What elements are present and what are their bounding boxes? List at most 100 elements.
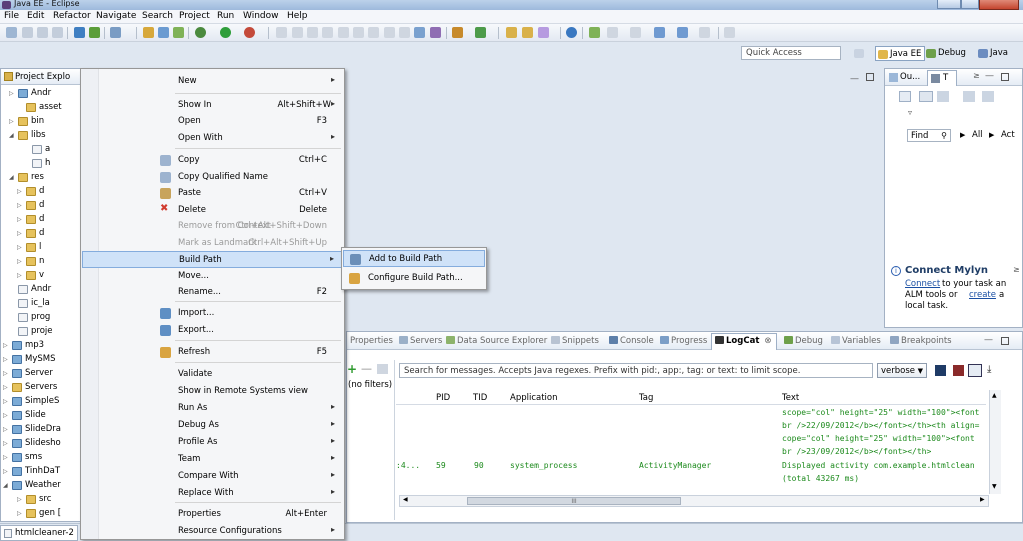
- forward-dropdown-icon[interactable]: [699, 27, 710, 38]
- new-package-icon[interactable]: [414, 27, 425, 38]
- minimize-view-icon[interactable]: —: [985, 71, 994, 81]
- expand-arrow-icon[interactable]: ▷: [9, 90, 14, 97]
- scroll-up-icon[interactable]: ▲: [992, 392, 997, 399]
- expand-arrow-icon[interactable]: ▷: [3, 384, 8, 391]
- new-web-icon[interactable]: [158, 27, 169, 38]
- menu-item-refresh[interactable]: Refresh F5: [82, 344, 343, 361]
- resume-icon[interactable]: [292, 27, 303, 38]
- tab-servers[interactable]: Servers: [399, 336, 442, 346]
- save-icon[interactable]: [22, 27, 33, 38]
- tab-breakpoints[interactable]: Breakpoints: [890, 336, 952, 346]
- logcat-search-input[interactable]: Search for messages. Accepts Java regexe…: [399, 363, 873, 378]
- step-return-icon[interactable]: [368, 27, 379, 38]
- menu-item-delete[interactable]: ✖ Delete Delete: [82, 202, 343, 219]
- expand-arrow-icon[interactable]: ▷: [3, 370, 8, 377]
- view-menu-icon[interactable]: ▿: [908, 108, 912, 117]
- create-link[interactable]: create: [969, 290, 996, 300]
- scroll-down-icon[interactable]: ▼: [992, 483, 997, 490]
- quick-access-input[interactable]: Quick Access: [741, 46, 841, 60]
- search-icon[interactable]: [538, 27, 549, 38]
- menu-file[interactable]: File: [4, 11, 19, 21]
- print-icon[interactable]: [52, 27, 63, 38]
- col-pid[interactable]: PID: [436, 393, 450, 403]
- minimize-editor-icon[interactable]: —: [850, 74, 859, 84]
- menu-help[interactable]: Help: [287, 11, 308, 21]
- menu-item-run-as[interactable]: Run As ▸: [82, 400, 343, 417]
- submenu-item-configure-build-path[interactable]: Configure Build Path...: [343, 270, 485, 287]
- menu-item-paste[interactable]: Paste Ctrl+V: [82, 185, 343, 202]
- android-avd-icon[interactable]: [89, 27, 100, 38]
- menu-run[interactable]: Run: [217, 11, 234, 21]
- menu-item-new[interactable]: New ▸: [82, 73, 343, 90]
- pin-icon[interactable]: [724, 27, 735, 38]
- expand-arrow-icon[interactable]: ▷: [3, 412, 8, 419]
- horizontal-scroll-thumb[interactable]: III: [467, 497, 681, 505]
- menu-item-resource-configurations[interactable]: Resource Configurations ▸: [82, 523, 343, 540]
- tab-console[interactable]: Console: [609, 336, 654, 346]
- menu-item-import[interactable]: Import...: [82, 305, 343, 322]
- menu-navigate[interactable]: Navigate: [96, 11, 136, 21]
- col-tag[interactable]: Tag: [639, 393, 653, 403]
- expand-arrow-icon[interactable]: ▷: [17, 496, 22, 503]
- step-into-icon[interactable]: [338, 27, 349, 38]
- menu-item-debug-as[interactable]: Debug As ▸: [82, 417, 343, 434]
- tab-outline[interactable]: Ou...: [900, 72, 920, 82]
- debug-icon[interactable]: [195, 27, 206, 38]
- minimized-editor-tab[interactable]: htmlcleaner-2: [0, 525, 78, 541]
- tab-task-list[interactable]: T: [927, 70, 957, 86]
- menu-item-validate[interactable]: Validate: [82, 366, 343, 383]
- menu-window[interactable]: Window: [243, 11, 279, 21]
- run-icon[interactable]: [220, 27, 231, 38]
- menu-item-copy[interactable]: Copy Ctrl+C: [82, 152, 343, 169]
- add-filter-icon[interactable]: +: [347, 362, 357, 376]
- web-browser-icon[interactable]: [566, 27, 577, 38]
- new-server-icon[interactable]: [143, 27, 154, 38]
- expand-arrow-icon[interactable]: ▷: [3, 356, 8, 363]
- col-tid[interactable]: TID: [473, 393, 487, 403]
- scheduled-icon[interactable]: [937, 91, 949, 102]
- maximize-panel-icon[interactable]: [1001, 337, 1009, 345]
- menu-project[interactable]: Project: [179, 11, 210, 21]
- expand-arrow-icon[interactable]: ▷: [17, 510, 22, 517]
- perspective-java-ee[interactable]: Java EE: [875, 46, 926, 61]
- col-text[interactable]: Text: [782, 393, 799, 403]
- menu-item-team[interactable]: Team ▸: [82, 451, 343, 468]
- expand-arrow-icon[interactable]: ▷: [17, 188, 22, 195]
- collapse-arrow-icon[interactable]: ◢: [9, 132, 14, 139]
- expand-arrow-icon[interactable]: ▷: [9, 118, 14, 125]
- submenu-item-add-to-build-path[interactable]: Add to Build Path: [343, 250, 485, 267]
- menu-search[interactable]: Search: [142, 11, 173, 21]
- menu-item-show-in[interactable]: Show In Alt+Shift+W ▸: [82, 97, 343, 114]
- tab-logcat[interactable]: LogCat ⊗: [711, 333, 777, 350]
- expand-arrow-icon[interactable]: ▷: [17, 202, 22, 209]
- collapse-arrow-icon[interactable]: ◢: [9, 174, 14, 181]
- menu-item-compare-with[interactable]: Compare With ▸: [82, 468, 343, 485]
- display-saved-filters-icon[interactable]: [968, 364, 982, 377]
- next-annotation-icon[interactable]: [607, 27, 618, 38]
- annotation-icon[interactable]: [589, 27, 600, 38]
- scroll-lock-icon[interactable]: ⤓: [987, 364, 991, 375]
- menu-item-copy-qualified-name[interactable]: Copy Qualified Name: [82, 169, 343, 186]
- menu-item-move[interactable]: Move...: [82, 268, 343, 285]
- forward-icon[interactable]: [677, 27, 688, 38]
- expand-arrow-icon[interactable]: ▷: [17, 272, 22, 279]
- connect-link[interactable]: Connect: [905, 279, 940, 289]
- tab-snippets[interactable]: Snippets: [551, 336, 599, 346]
- save-log-icon[interactable]: [935, 365, 946, 376]
- perspective-debug[interactable]: Debug: [924, 46, 969, 61]
- new-java-icon[interactable]: [173, 27, 184, 38]
- active-tasks-link[interactable]: Act: [1001, 130, 1015, 140]
- remove-filter-icon[interactable]: —: [361, 362, 372, 375]
- step-over-icon[interactable]: [353, 27, 364, 38]
- log-level-select[interactable]: verbose ▼: [877, 363, 927, 378]
- categorized-icon[interactable]: [919, 91, 933, 102]
- tab-data-source-explorer[interactable]: Data Source Explorer: [446, 336, 547, 346]
- tab-progress[interactable]: Progress: [660, 336, 707, 346]
- minimize-panel-icon[interactable]: —: [984, 335, 993, 345]
- maximize-button[interactable]: [961, 0, 979, 9]
- focus-icon[interactable]: [963, 91, 975, 102]
- open-type-icon[interactable]: [506, 27, 517, 38]
- collapse-arrow-icon[interactable]: ◢: [3, 482, 8, 489]
- maximize-view-icon[interactable]: [1001, 73, 1009, 81]
- scroll-right-icon[interactable]: ▶: [980, 496, 985, 503]
